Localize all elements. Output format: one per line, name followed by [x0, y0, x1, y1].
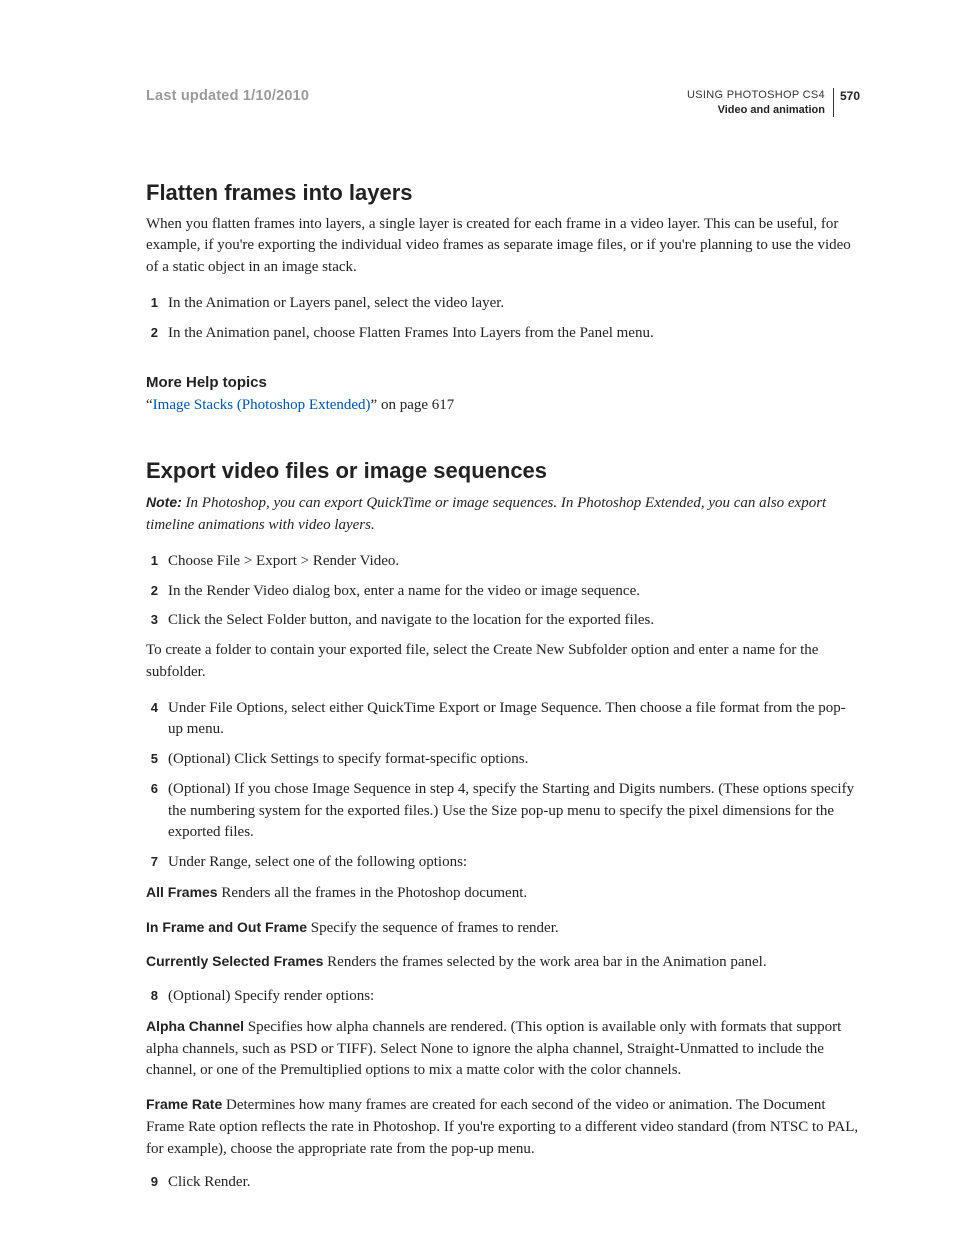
header-right-text: USING PHOTOSHOP CS4 Video and animation	[687, 88, 825, 118]
step-number: 1	[146, 293, 158, 310]
definition-all-frames: All Frames Renders all the frames in the…	[146, 882, 860, 905]
step-text: In the Animation panel, choose Flatten F…	[168, 323, 860, 345]
def-desc: Renders the frames selected by the work …	[323, 954, 766, 970]
doc-title: USING PHOTOSHOP CS4	[687, 88, 825, 103]
last-updated-text: Last updated 1/10/2010	[146, 88, 309, 104]
list-item: 2 In the Render Video dialog box, enter …	[146, 581, 860, 603]
step-number: 7	[146, 852, 158, 869]
step-text: Under File Options, select either QuickT…	[168, 698, 860, 742]
list-item: 1 In the Animation or Layers panel, sele…	[146, 293, 860, 315]
step-text: In the Render Video dialog box, enter a …	[168, 581, 860, 603]
step-text: Choose File > Export > Render Video.	[168, 551, 860, 573]
def-term: Currently Selected Frames	[146, 953, 323, 969]
note-text: In Photoshop, you can export QuickTime o…	[146, 495, 826, 533]
definition-frame-rate: Frame Rate Determines how many frames ar…	[146, 1094, 860, 1160]
subfolder-paragraph: To create a folder to contain your expor…	[146, 640, 860, 684]
list-item: 8 (Optional) Specify render options:	[146, 986, 860, 1008]
step-number: 2	[146, 581, 158, 598]
list-item: 3 Click the Select Folder button, and na…	[146, 610, 860, 632]
step-text: (Optional) If you chose Image Sequence i…	[168, 779, 860, 844]
step-number: 3	[146, 610, 158, 627]
link-tail: ” on page 617	[371, 397, 455, 413]
step-number: 1	[146, 551, 158, 568]
definition-in-frame-out-frame: In Frame and Out Frame Specify the seque…	[146, 917, 860, 940]
list-item: 2 In the Animation panel, choose Flatten…	[146, 323, 860, 345]
def-desc: Determines how many frames are created f…	[146, 1097, 858, 1157]
section-name: Video and animation	[687, 103, 825, 118]
def-desc: Specify the sequence of frames to render…	[307, 920, 559, 936]
def-desc: Specifies how alpha channels are rendere…	[146, 1019, 841, 1079]
flatten-intro-paragraph: When you flatten frames into layers, a s…	[146, 214, 860, 279]
list-item: 4 Under File Options, select either Quic…	[146, 698, 860, 742]
step-text: (Optional) Specify render options:	[168, 986, 860, 1008]
heading-flatten-frames: Flatten frames into layers	[146, 180, 860, 206]
link-image-stacks[interactable]: Image Stacks (Photoshop Extended)	[153, 397, 371, 413]
step-number: 4	[146, 698, 158, 715]
step-text: In the Animation or Layers panel, select…	[168, 293, 860, 315]
step-text: Click the Select Folder button, and navi…	[168, 610, 860, 632]
def-desc: Renders all the frames in the Photoshop …	[218, 885, 528, 901]
step-number: 6	[146, 779, 158, 796]
def-term: In Frame and Out Frame	[146, 919, 307, 935]
definition-currently-selected-frames: Currently Selected Frames Renders the fr…	[146, 951, 860, 974]
list-item: 9 Click Render.	[146, 1172, 860, 1194]
note-paragraph: Note: In Photoshop, you can export Quick…	[146, 492, 860, 537]
step-number: 8	[146, 986, 158, 1003]
def-term: Alpha Channel	[146, 1018, 244, 1034]
more-help-topics-label: More Help topics	[146, 374, 860, 391]
definition-alpha-channel: Alpha Channel Specifies how alpha channe…	[146, 1016, 860, 1082]
document-page: Last updated 1/10/2010 USING PHOTOSHOP C…	[0, 0, 954, 1235]
def-term: Frame Rate	[146, 1096, 222, 1112]
step-number: 9	[146, 1172, 158, 1189]
list-item: 5 (Optional) Click Settings to specify f…	[146, 749, 860, 771]
list-item: 7 Under Range, select one of the followi…	[146, 852, 860, 874]
step-text: Under Range, select one of the following…	[168, 852, 860, 874]
step-number: 5	[146, 749, 158, 766]
list-item: 1 Choose File > Export > Render Video.	[146, 551, 860, 573]
header-right-block: USING PHOTOSHOP CS4 Video and animation …	[687, 88, 860, 118]
heading-export-video: Export video files or image sequences	[146, 458, 860, 484]
note-label: Note:	[146, 494, 182, 510]
page-header: Last updated 1/10/2010 USING PHOTOSHOP C…	[146, 88, 860, 118]
related-link-row: “Image Stacks (Photoshop Extended)” on p…	[146, 397, 860, 414]
step-text: Click Render.	[168, 1172, 860, 1194]
step-number: 2	[146, 323, 158, 340]
def-term: All Frames	[146, 884, 218, 900]
page-number: 570	[833, 88, 860, 117]
list-item: 6 (Optional) If you chose Image Sequence…	[146, 779, 860, 844]
step-text: (Optional) Click Settings to specify for…	[168, 749, 860, 771]
quote-open: “	[146, 397, 153, 413]
